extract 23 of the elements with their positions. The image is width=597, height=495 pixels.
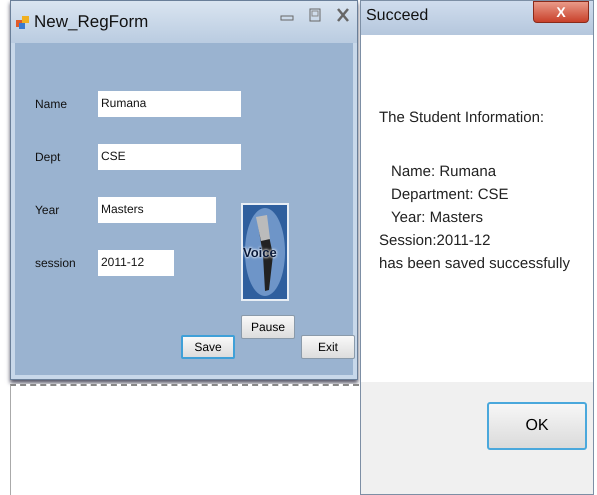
- field-label: Name: [35, 97, 68, 111]
- field-label: session: [35, 256, 77, 270]
- message-line: Department: CSE: [390, 185, 510, 205]
- app-icon: [15, 14, 31, 30]
- close-icon[interactable]: [335, 7, 351, 23]
- message-line: has been saved successfully: [379, 254, 571, 274]
- pause-button[interactable]: Pause: [241, 315, 295, 339]
- message-line: Name: Rumana: [390, 162, 498, 182]
- ok-button[interactable]: OK: [487, 402, 587, 450]
- field-label: Year: [35, 203, 60, 217]
- dialog-title: Succeed: [366, 7, 428, 25]
- exit-button[interactable]: Exit: [301, 335, 355, 359]
- message-heading: The Student Information:: [379, 109, 546, 126]
- maximize-icon[interactable]: [307, 7, 323, 23]
- text-field[interactable]: CSE: [98, 144, 241, 170]
- window-title: New_RegForm: [34, 12, 148, 32]
- text-field[interactable]: 2011-12: [98, 250, 174, 276]
- field-label: Dept: [35, 150, 62, 164]
- text-field[interactable]: Rumana: [98, 91, 241, 117]
- text-field[interactable]: Masters: [98, 197, 216, 223]
- message-line: Session:2011-12: [379, 231, 492, 251]
- message-line: Year: Masters: [390, 208, 484, 228]
- save-button[interactable]: Save: [181, 335, 235, 359]
